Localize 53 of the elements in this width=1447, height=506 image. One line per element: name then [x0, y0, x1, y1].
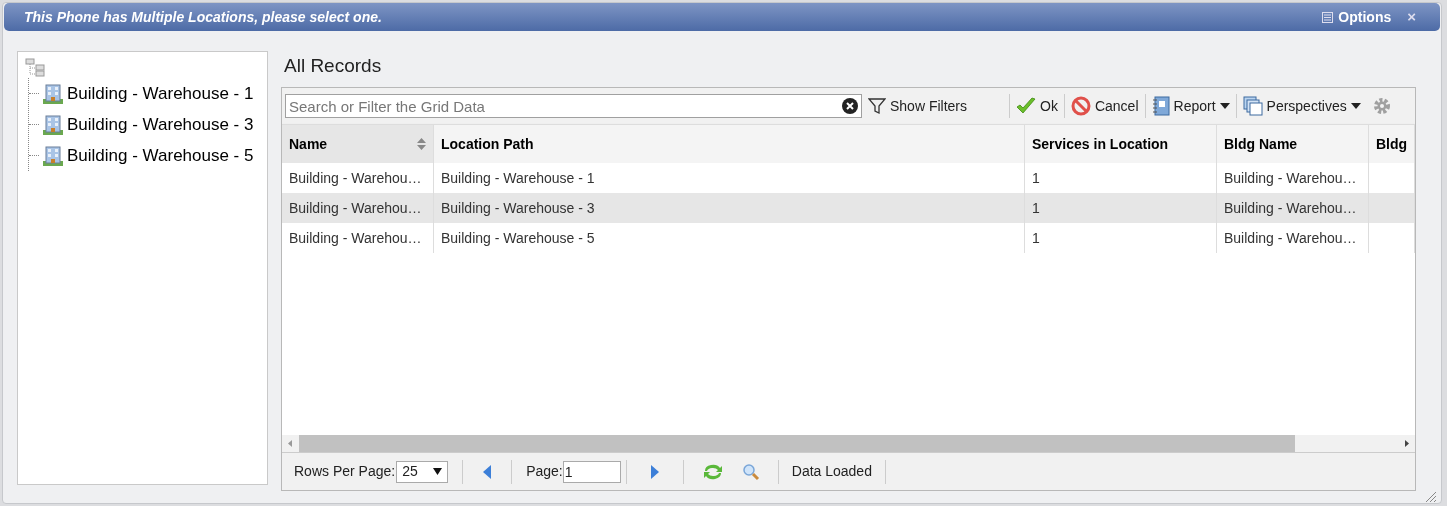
options-button[interactable]: Options [1322, 6, 1392, 28]
next-page-icon[interactable] [650, 464, 659, 479]
table-cell-text: Building - Warehou… [1224, 168, 1357, 188]
prohibited-icon [1070, 96, 1091, 116]
refresh-icon[interactable] [701, 462, 724, 481]
table-cell-text: Building - Warehou… [289, 168, 422, 188]
notebook-icon [1151, 96, 1170, 116]
table-cell-text: Building - Warehouse - 5 [441, 228, 595, 248]
caret-icon [1219, 103, 1230, 109]
ok-button[interactable]: Ok [1016, 95, 1058, 117]
checkmark-icon [1016, 97, 1037, 115]
table-cell-text: 1 [1032, 228, 1040, 248]
search-field[interactable]: Search or Filter the Grid Data [285, 94, 862, 118]
table-cell-text: Building - Warehou… [289, 198, 422, 218]
rows-per-page-label: Rows Per Page: [294, 462, 396, 481]
settings-icon[interactable] [1372, 97, 1391, 115]
report-button[interactable]: Report [1151, 95, 1230, 117]
perspectives-button[interactable]: Perspectives [1242, 95, 1361, 117]
window-title: This Phone has Multiple Locations, please select one. [24, 7, 383, 27]
column-header[interactable]: Name [282, 125, 434, 163]
tree-item[interactable]: Building - Warehouse - 3 [43, 111, 254, 138]
grid-title: All Records [283, 54, 382, 78]
table-cell-text: Building - Warehouse - 1 [441, 168, 595, 188]
tree-root-icon [25, 58, 47, 78]
search-icon[interactable] [741, 462, 760, 481]
sort-icon [417, 138, 426, 150]
cancel-button[interactable]: Cancel [1070, 95, 1139, 117]
table-cell-text: Building - Warehou… [289, 228, 422, 248]
rows-per-page-select[interactable]: 25 [396, 460, 449, 483]
table-cell-text: Building - Warehou… [1224, 228, 1357, 248]
tree-item[interactable]: Building - Warehouse - 1 [43, 80, 254, 107]
table-row[interactable]: Building - Warehou… Building - Warehouse - 3 1 Building - Warehou… [282, 193, 1415, 223]
page-field[interactable]: 1 [562, 460, 621, 483]
clear-icon[interactable] [842, 98, 858, 114]
caret-icon [1350, 103, 1361, 109]
filter-icon [868, 97, 886, 115]
horizontal-scrollbar[interactable] [282, 435, 1415, 452]
building-icon [43, 83, 63, 104]
table-cell-text: Building - Warehouse - 3 [441, 198, 595, 218]
list-icon [1322, 11, 1334, 23]
resize-grip-icon[interactable] [1425, 491, 1437, 503]
page-label: Page: [526, 462, 563, 481]
caret-icon [433, 468, 443, 475]
previous-page-icon[interactable] [483, 464, 492, 479]
building-icon [43, 145, 63, 166]
table-cell-text: Building - Warehou… [1224, 198, 1357, 218]
table-cell-text: 1 [1032, 198, 1040, 218]
status-text: Data Loaded [791, 462, 872, 481]
table-cell-text: 1 [1032, 168, 1040, 188]
building-icon [43, 114, 63, 135]
windows-icon [1242, 96, 1263, 116]
tree-item[interactable]: Building - Warehouse - 5 [43, 142, 254, 169]
filter-button[interactable]: Show Filters [868, 95, 968, 117]
